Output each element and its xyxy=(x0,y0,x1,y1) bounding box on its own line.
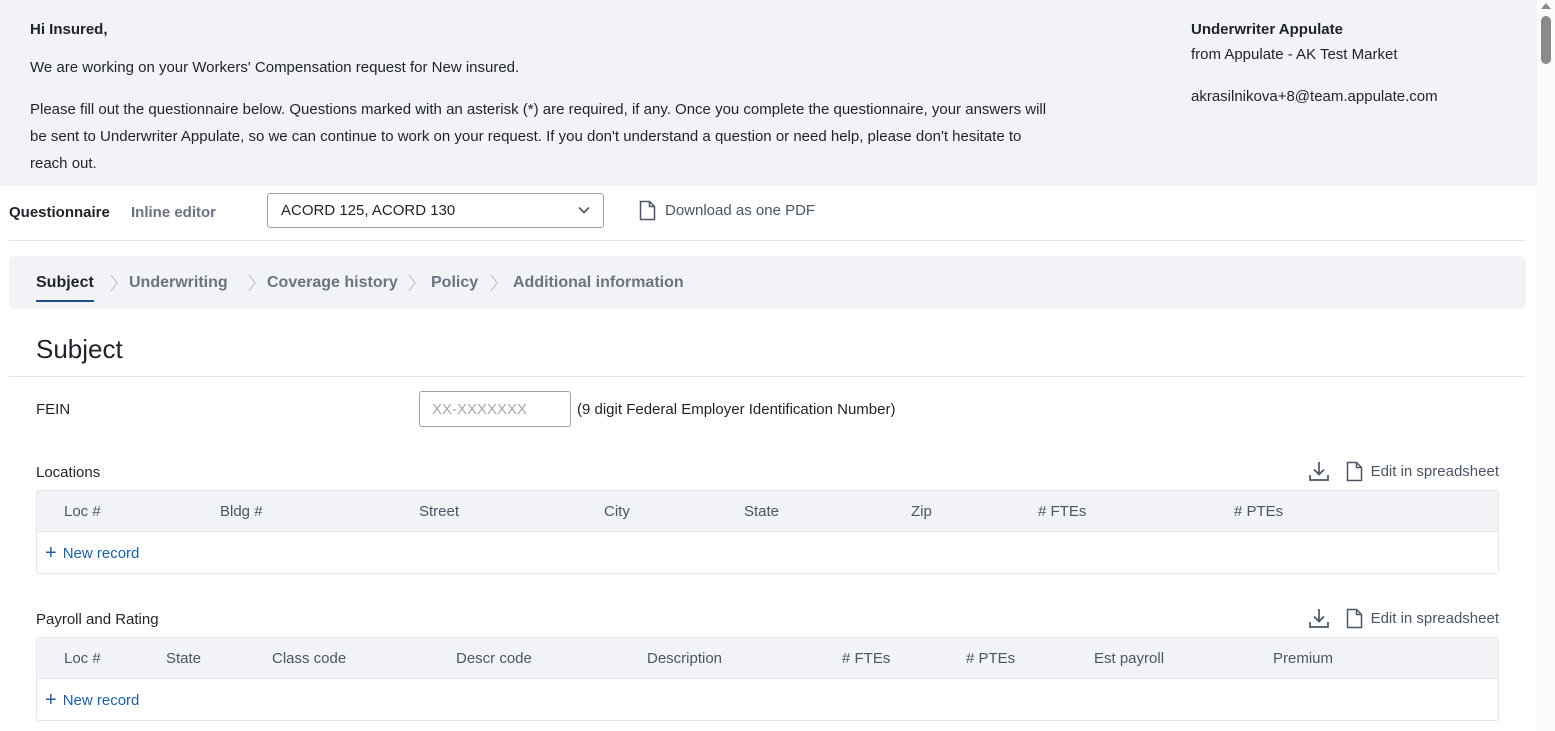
step-additional-information[interactable]: Additional information xyxy=(513,274,684,292)
column-header: City xyxy=(604,503,630,520)
edit-in-spreadsheet-label: Edit in spreadsheet xyxy=(1370,609,1499,627)
column-header: Bldg # xyxy=(220,503,263,520)
column-header: Est payroll xyxy=(1094,650,1165,667)
form-select[interactable]: ACORD 125, ACORD 130 xyxy=(267,193,604,228)
file-icon xyxy=(1346,608,1362,628)
chevron-right-icon xyxy=(248,274,256,292)
table-header: Loc # Bldg # Street City State Zip # FTE… xyxy=(37,491,1498,532)
column-header: Loc # xyxy=(64,503,101,520)
column-header: Class code xyxy=(272,650,347,667)
fein-hint: (9 digit Federal Employer Identification… xyxy=(577,401,896,418)
fein-field[interactable] xyxy=(419,391,571,427)
column-header: Descr code xyxy=(456,650,532,667)
scrollbar-thumb[interactable] xyxy=(1541,16,1551,64)
chevron-right-icon xyxy=(110,274,118,292)
scroll-up-arrow-icon[interactable] xyxy=(1541,3,1551,9)
download-pdf-label: Download as one PDF xyxy=(665,202,816,219)
plus-icon: + xyxy=(45,542,57,564)
table-header: Loc # State Class code Descr code Descri… xyxy=(37,638,1498,679)
step-policy[interactable]: Policy xyxy=(431,274,478,292)
step-underwriting[interactable]: Underwriting xyxy=(129,274,228,292)
new-record-button[interactable]: + New record xyxy=(45,689,140,711)
edit-in-spreadsheet-button[interactable]: Edit in spreadsheet xyxy=(1346,608,1499,629)
underwriter-market: from Appulate - AK Test Market xyxy=(1191,46,1398,63)
chevron-down-icon xyxy=(578,206,590,214)
download-icon[interactable] xyxy=(1308,607,1330,629)
divider xyxy=(9,376,1526,377)
new-record-button[interactable]: + New record xyxy=(45,542,140,564)
step-navigation: Subject Underwriting Coverage history Po… xyxy=(9,256,1526,309)
fein-label: FEIN xyxy=(36,401,71,418)
chevron-right-icon xyxy=(408,274,416,292)
plus-icon: + xyxy=(45,689,57,711)
step-subject[interactable]: Subject xyxy=(36,274,94,302)
payroll-title: Payroll and Rating xyxy=(36,611,159,628)
tab-inline-editor[interactable]: Inline editor xyxy=(131,204,216,221)
column-header: Loc # xyxy=(64,650,101,667)
underwriter-email[interactable]: akrasilnikova+8@team.appulate.com xyxy=(1191,88,1438,105)
column-header: # PTEs xyxy=(1234,503,1284,520)
greeting: Hi Insured, xyxy=(30,21,108,38)
locations-table: Loc # Bldg # Street City State Zip # FTE… xyxy=(36,490,1499,574)
file-icon xyxy=(639,200,656,221)
form-select-value: ACORD 125, ACORD 130 xyxy=(281,202,456,219)
underwriter-name: Underwriter Appulate xyxy=(1191,21,1343,38)
intro-panel: Hi Insured, We are working on your Worke… xyxy=(0,0,1537,186)
chevron-right-icon xyxy=(490,274,498,292)
vertical-scrollbar[interactable] xyxy=(1537,0,1555,731)
locations-title: Locations xyxy=(36,464,101,481)
file-icon xyxy=(1346,461,1362,481)
page-title: Subject xyxy=(36,334,123,364)
column-header: Zip xyxy=(911,503,932,520)
edit-in-spreadsheet-button[interactable]: Edit in spreadsheet xyxy=(1346,461,1499,482)
underwriter-card: Underwriter Appulate from Appulate - AK … xyxy=(1191,21,1438,105)
column-header: Description xyxy=(647,650,723,667)
new-record-label: New record xyxy=(62,692,140,709)
questionnaire-toolbar: Questionnaire Inline editor ACORD 125, A… xyxy=(9,192,1526,241)
column-header: Premium xyxy=(1273,650,1334,667)
payroll-table: Loc # State Class code Descr code Descri… xyxy=(36,637,1499,721)
new-record-label: New record xyxy=(62,545,140,562)
instructions: Please fill out the questionnaire below.… xyxy=(30,101,1047,172)
edit-in-spreadsheet-label: Edit in spreadsheet xyxy=(1370,462,1499,480)
column-header: State xyxy=(166,650,202,667)
column-header: Street xyxy=(419,503,460,520)
column-header: # FTEs xyxy=(1038,503,1087,520)
column-header: State xyxy=(744,503,780,520)
request-summary: We are working on your Workers' Compensa… xyxy=(30,59,520,76)
payroll-actions: Edit in spreadsheet xyxy=(1308,607,1499,629)
step-coverage-history[interactable]: Coverage history xyxy=(267,274,398,292)
column-header: # FTEs xyxy=(842,650,891,667)
download-pdf-button[interactable]: Download as one PDF xyxy=(639,200,815,221)
download-icon[interactable] xyxy=(1308,460,1330,482)
locations-actions: Edit in spreadsheet xyxy=(1308,460,1499,482)
tab-questionnaire[interactable]: Questionnaire xyxy=(9,204,110,221)
column-header: # PTEs xyxy=(966,650,1016,667)
